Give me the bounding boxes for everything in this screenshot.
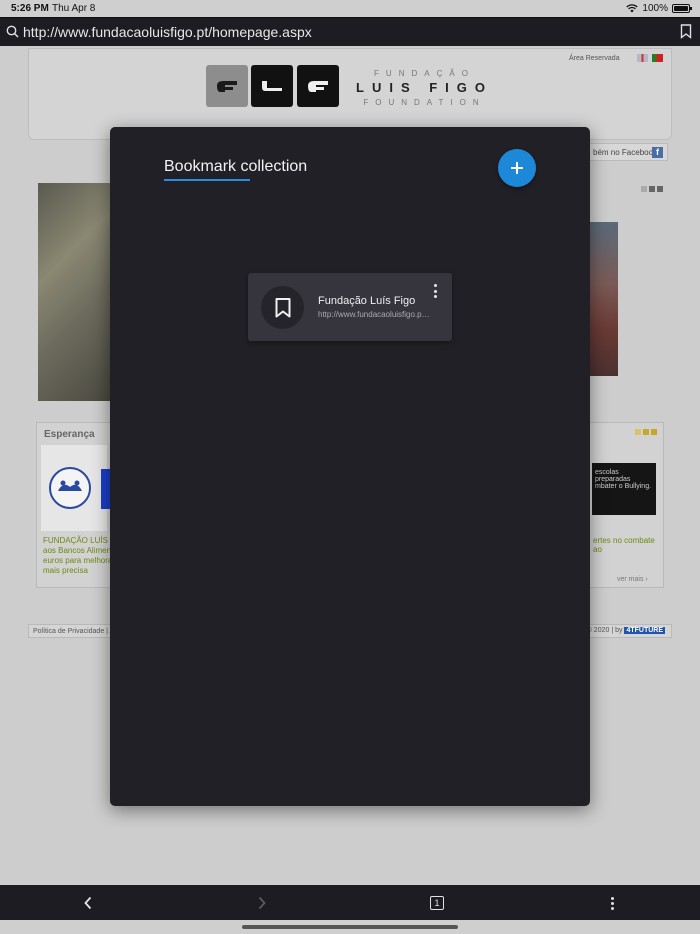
menu-button[interactable] [602, 893, 622, 913]
bookmark-avatar [261, 286, 304, 329]
ver-mais-link: ver mais › [617, 576, 648, 583]
foundation-logo-text: FUNDAÇÃO LUIS FIGO FOUNDATION [356, 69, 493, 107]
status-time: 5:26 PM [11, 3, 49, 14]
wifi-icon [626, 4, 639, 13]
home-indicator[interactable] [242, 925, 458, 929]
add-bookmark-button[interactable] [498, 149, 536, 187]
bookmark-icon [275, 297, 290, 317]
uk-flag-icon [637, 54, 648, 62]
kebab-menu-icon [610, 896, 614, 910]
bookmark-url: http://www.fundacaoluisfigo.pt/homepage.… [318, 310, 430, 319]
bookmark-modal: Bookmark collection Fundação Luís Figo h… [110, 127, 590, 806]
bottom-toolbar: 1 [0, 885, 700, 920]
back-button[interactable] [78, 893, 98, 913]
footer-left-text: Política de Privacidade | A [33, 628, 115, 635]
slider-dots [641, 186, 663, 192]
home-indicator-area [0, 920, 700, 934]
facebook-icon: f [652, 147, 663, 158]
search-icon [6, 25, 19, 38]
bookmark-title[interactable]: Fundação Luís Figo [318, 295, 415, 307]
battery-icon [672, 4, 692, 13]
bookmark-icon[interactable] [680, 24, 692, 39]
brand-logo: 4TFUTURE [624, 627, 665, 634]
food-bank-logo [41, 445, 107, 531]
facebook-link: bém no Facebook f [588, 143, 668, 161]
forward-button[interactable] [252, 893, 272, 913]
bookmark-card[interactable]: Fundação Luís Figo http://www.fundacaolu… [248, 273, 452, 341]
section-dots [635, 429, 657, 435]
url-bar[interactable]: http://www.fundacaoluisfigo.pt/homepage.… [0, 17, 700, 46]
news-excerpt-left: FUNDAÇÃO LUÍS F aos Bancos Aliment euros… [43, 536, 116, 575]
logo-mark-2 [251, 65, 293, 107]
hero-photo-left [38, 183, 110, 401]
logo-mark-3 [297, 65, 339, 107]
footer-right-text: © 2020 | by 4TFUTURE [586, 627, 665, 634]
chevron-right-icon [258, 896, 266, 910]
tab-count-icon: 1 [430, 896, 444, 910]
hero-photo-right [590, 222, 618, 376]
battery-percent: 100% [642, 3, 668, 14]
portugal-flag-icon [652, 54, 663, 62]
news-excerpt-right: ertes no combate ao [593, 536, 655, 554]
plus-icon [511, 162, 523, 174]
section-title: Esperança [44, 429, 95, 440]
language-flags [637, 54, 663, 62]
url-text[interactable]: http://www.fundacaoluisfigo.pt/homepage.… [23, 24, 312, 40]
area-reservada-link: Área Reservada [569, 55, 620, 62]
tabs-button[interactable]: 1 [427, 893, 447, 913]
active-tab-indicator [164, 179, 250, 181]
status-date: Thu Apr 8 [52, 3, 96, 14]
tab-bookmark-collection[interactable]: Bookmark collection [164, 158, 307, 176]
chevron-left-icon [84, 896, 92, 910]
status-bar: 5:26 PM Thu Apr 8 100% [0, 0, 700, 17]
status-right: 100% [626, 3, 692, 14]
logo-mark-1 [206, 65, 248, 107]
more-options-icon[interactable] [432, 284, 438, 298]
bullying-banner: escolas preparadas mbater o Bullying. [592, 463, 656, 515]
